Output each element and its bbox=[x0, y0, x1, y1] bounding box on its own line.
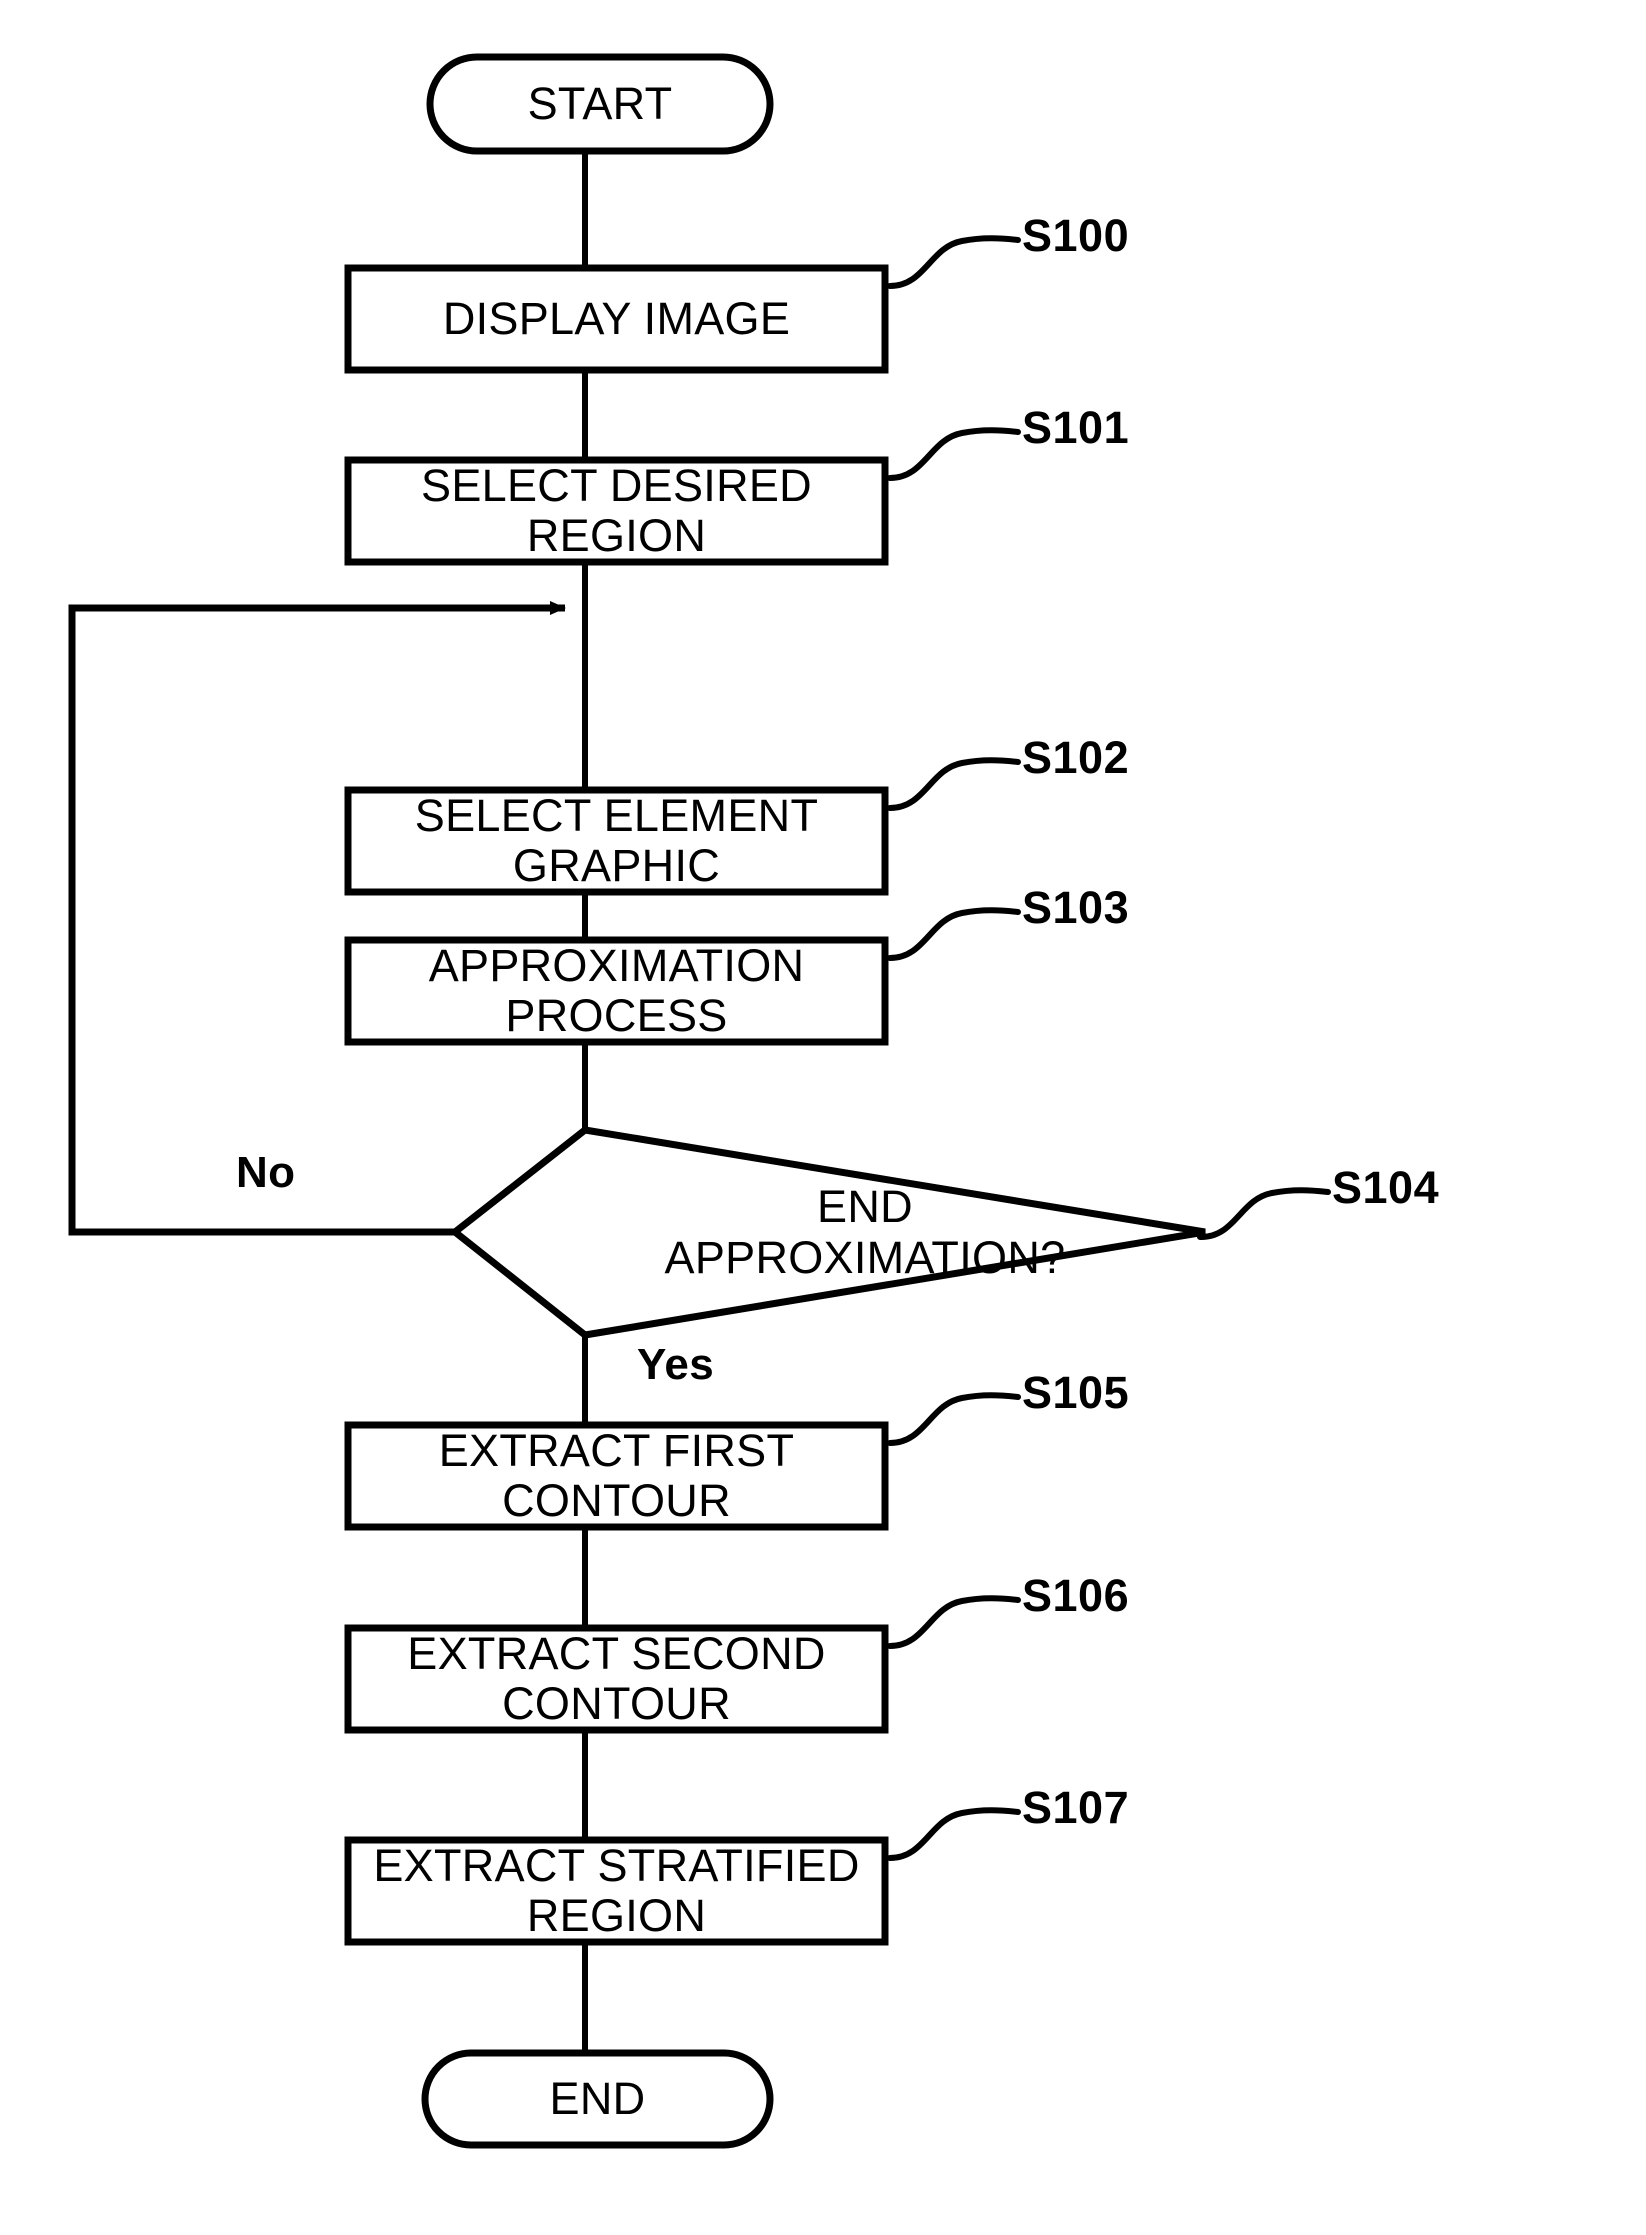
branch-label-yes: Yes bbox=[637, 1340, 715, 1389]
s100-process-shape bbox=[344, 264, 889, 374]
step-tag-s104: S104 bbox=[1332, 1162, 1440, 1213]
start-terminal-shape bbox=[426, 53, 774, 155]
s101-process-shape bbox=[344, 456, 889, 566]
loopback-no-branch-path bbox=[68, 601, 566, 1236]
s100-leader-line bbox=[887, 235, 1021, 289]
s102-leader-line bbox=[887, 757, 1021, 811]
step-tag-s100: S100 bbox=[1022, 210, 1130, 261]
flowchart-canvas: START DISPLAY IMAGE S100 SELECT DESIRED … bbox=[0, 0, 1646, 2235]
step-tag-s105: S105 bbox=[1022, 1367, 1130, 1418]
s103-leader-line bbox=[887, 907, 1021, 961]
end-terminal-shape bbox=[421, 2049, 774, 2149]
s106-process-shape bbox=[344, 1624, 889, 1734]
s104-leader-line bbox=[1197, 1187, 1331, 1241]
step-tag-s107: S107 bbox=[1022, 1782, 1130, 1833]
step-tag-s102: S102 bbox=[1022, 732, 1130, 783]
s103-process-shape bbox=[344, 936, 889, 1046]
flowchart-graphics bbox=[68, 53, 1331, 2149]
step-tag-s101: S101 bbox=[1022, 402, 1130, 453]
branch-label-no: No bbox=[236, 1148, 296, 1197]
s107-leader-line bbox=[887, 1807, 1021, 1861]
s105-process-shape bbox=[344, 1421, 889, 1531]
step-tag-s103: S103 bbox=[1022, 882, 1130, 933]
step-tag-s106: S106 bbox=[1022, 1570, 1130, 1621]
s106-leader-line bbox=[887, 1595, 1021, 1649]
s101-leader-line bbox=[887, 427, 1021, 481]
s105-leader-line bbox=[887, 1392, 1021, 1446]
s102-process-shape bbox=[344, 786, 889, 896]
s104-decision-shape bbox=[449, 1126, 1206, 1339]
s107-process-shape bbox=[344, 1836, 889, 1946]
